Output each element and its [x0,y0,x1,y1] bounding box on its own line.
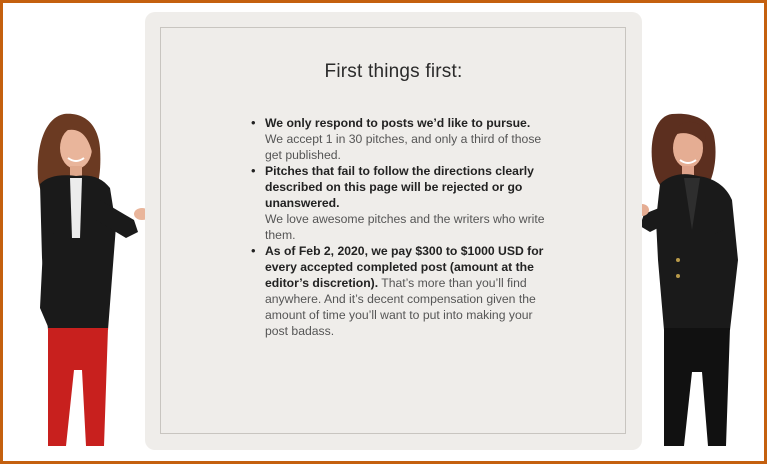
woman-right-illustration [634,110,744,448]
bullet-normal-text: We accept 1 in 30 pitches, and only a th… [265,132,542,162]
woman-left-illustration [30,108,155,448]
card-heading: First things first: [324,61,463,82]
list-item: We only respond to posts we’d like to pu… [249,115,549,163]
list-item: Pitches that fail to follow the directio… [249,163,549,243]
list-item: As of Feb 2, 2020, we pay $300 to $1000 … [249,243,549,339]
bullet-bold-text: Pitches that fail to follow the directio… [265,164,534,210]
info-card: First things first: We only respond to p… [145,12,642,450]
requirements-list: We only respond to posts we’d like to pu… [249,115,549,339]
bullet-normal-text: We love awesome pitches and the writers … [265,212,545,242]
bullet-bold-text: We only respond to posts we’d like to pu… [265,116,531,130]
